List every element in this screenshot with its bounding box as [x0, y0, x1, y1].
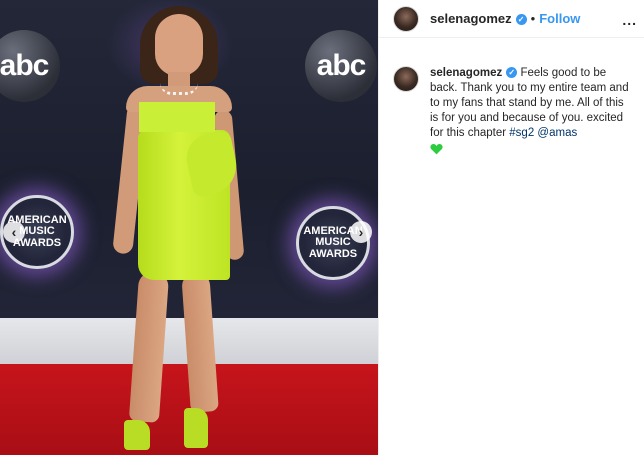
censor-block [139, 102, 215, 132]
post-side-panel: selenagomez ✓ • Follow ... selenagomez ✓ F… [378, 0, 644, 455]
abc-logo-right: abc [305, 30, 377, 102]
caption-avatar[interactable] [393, 66, 419, 92]
green-heart-icon [430, 144, 443, 155]
carousel-prev-button[interactable]: ‹ [3, 221, 25, 243]
verified-badge-icon: ✓ [515, 14, 527, 25]
caption-username[interactable]: selenagomez ✓ [430, 67, 518, 79]
avatar[interactable] [393, 5, 419, 32]
carousel-next-button[interactable]: › [350, 221, 372, 243]
ama-logo-line: AWARDS [308, 247, 358, 260]
post-header: selenagomez ✓ • Follow ... [379, 0, 644, 38]
chevron-left-icon: ‹ [11, 224, 17, 240]
caption-comment: selenagomez ✓ Feels good to be back. Than… [393, 66, 639, 155]
chevron-right-icon: › [358, 224, 364, 240]
post-photo[interactable]: abc abc AMERICAN MUSIC AWARDS AMERICAN M… [0, 0, 378, 455]
caption-body: selenagomez ✓ Feels good to be back. Than… [430, 66, 635, 155]
figure-left-shoe [124, 420, 150, 450]
header-username[interactable]: selenagomez ✓ [430, 11, 527, 26]
separator-dot: • [530, 11, 536, 26]
caption-hashtag[interactable]: #sg2 [509, 127, 534, 139]
more-options-icon[interactable]: ... [622, 12, 637, 28]
caption-username-text[interactable]: selenagomez [430, 67, 502, 79]
follow-button[interactable]: Follow [539, 11, 580, 26]
figure-right-shoe [184, 408, 208, 448]
figure-necklace [160, 83, 198, 95]
caption-mention[interactable]: @amas [537, 127, 577, 139]
verified-badge-icon: ✓ [506, 67, 518, 78]
header-username-text[interactable]: selenagomez [430, 11, 512, 26]
figure-face [155, 14, 203, 76]
ama-logo-right: AMERICAN MUSIC AWARDS [296, 206, 370, 280]
